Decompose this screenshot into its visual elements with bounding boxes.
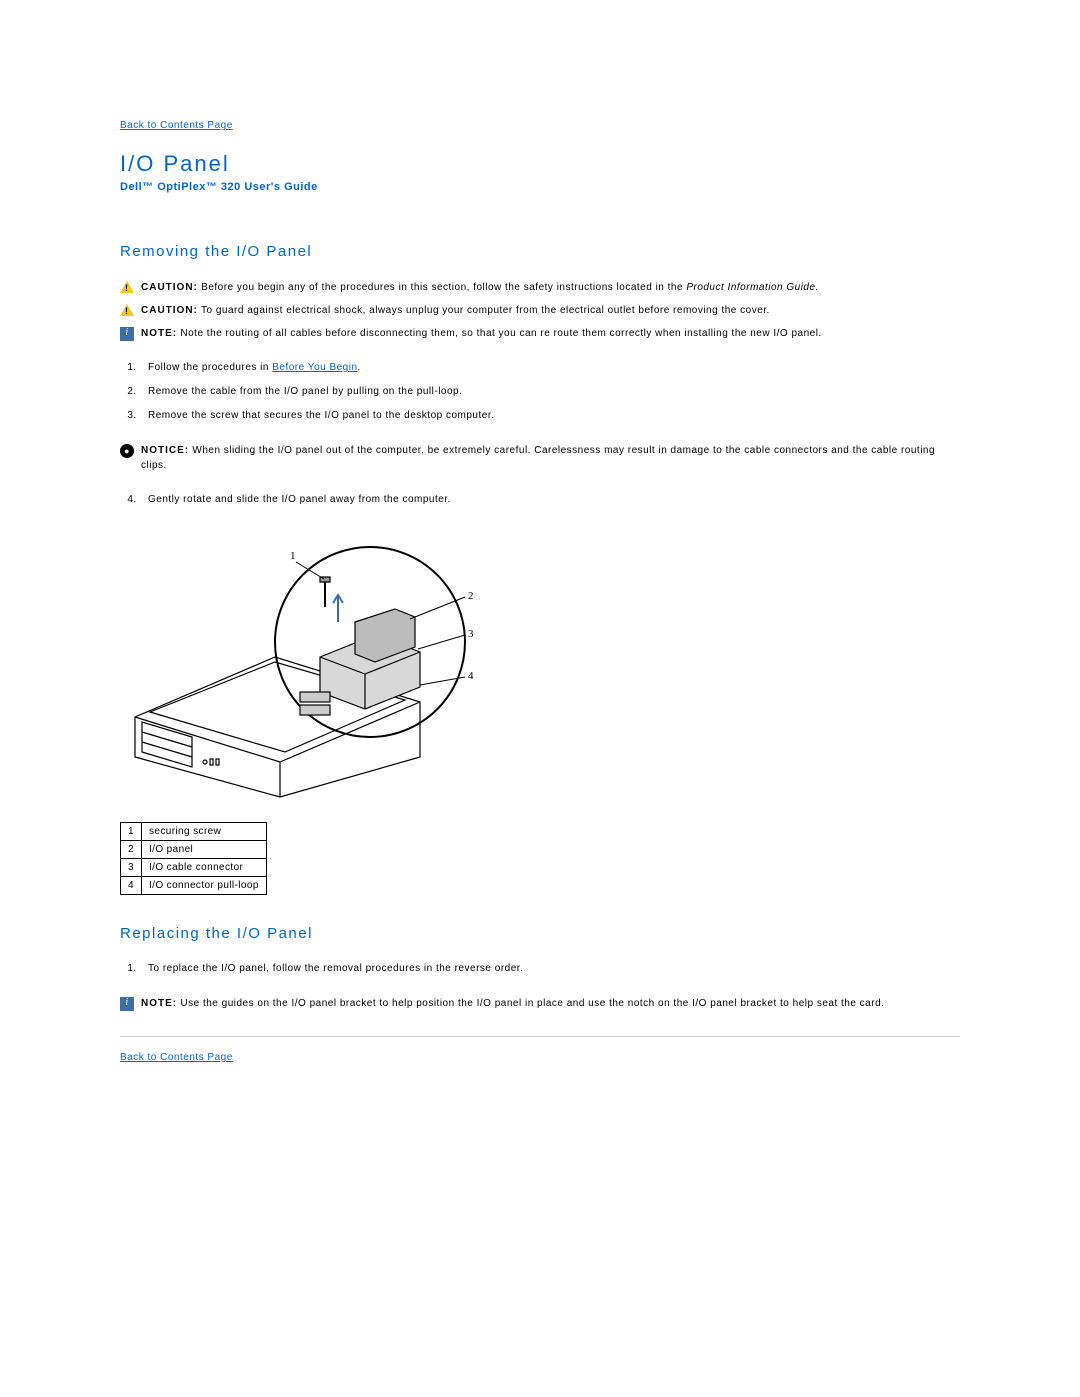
step-4: Gently rotate and slide the I/O panel aw… [140,493,960,507]
caution-text: To guard against electrical shock, alway… [201,305,770,316]
note-text: Use the guides on the I/O panel bracket … [180,998,884,1009]
step-1: Follow the procedures in Before You Begi… [140,361,960,375]
caution-icon [120,281,134,293]
caution-icon [120,304,134,316]
legend-label: I/O panel [141,841,266,859]
step-2: Remove the cable from the I/O panel by p… [140,385,960,399]
caution-label: CAUTION: [141,282,198,293]
caution-2: CAUTION: To guard against electrical sho… [120,303,960,318]
notice-icon: ● [120,444,134,458]
note-label: NOTE: [141,328,177,339]
legend-num: 3 [121,859,142,877]
before-you-begin-link[interactable]: Before You Begin [272,362,357,373]
step-1: To replace the I/O panel, follow the rem… [140,962,960,976]
legend-label: I/O connector pull-loop [141,877,266,895]
table-row: 2 I/O panel [121,841,267,859]
page-title: I/O Panel [120,151,960,177]
note-1: i NOTE: Note the routing of all cables b… [120,326,960,341]
note-label: NOTE: [141,998,177,1009]
notice-1: ● NOTICE: When sliding the I/O panel out… [120,443,960,473]
caution-1: CAUTION: Before you begin any of the pro… [120,280,960,295]
notice-text: When sliding the I/O panel out of the co… [141,445,935,471]
note-icon: i [120,327,134,341]
caution-italic: Product Information Guide. [686,282,819,293]
step-3: Remove the screw that secures the I/O pa… [140,409,960,423]
legend-label: securing screw [141,823,266,841]
note-text: Note the routing of all cables before di… [180,328,821,339]
svg-text:1: 1 [290,550,296,562]
io-panel-diagram: 1 2 3 4 [120,527,480,807]
note-replacing: i NOTE: Use the guides on the I/O panel … [120,996,960,1011]
note-icon: i [120,997,134,1011]
svg-text:4: 4 [468,670,474,682]
legend-num: 4 [121,877,142,895]
divider [120,1036,960,1037]
back-to-contents-top-link[interactable]: Back to Contents Page [120,120,233,131]
table-row: 1 securing screw [121,823,267,841]
notice-label: NOTICE: [141,445,189,456]
steps-list-replacing: To replace the I/O panel, follow the rem… [140,962,960,976]
page-subtitle: Dell™ OptiPlex™ 320 User's Guide [120,181,960,193]
svg-text:2: 2 [468,590,474,602]
legend-num: 1 [121,823,142,841]
section-heading-replacing: Replacing the I/O Panel [120,925,960,942]
steps-list-removing: Follow the procedures in Before You Begi… [140,361,960,423]
legend-num: 2 [121,841,142,859]
table-row: 4 I/O connector pull-loop [121,877,267,895]
legend-label: I/O cable connector [141,859,266,877]
table-row: 3 I/O cable connector [121,859,267,877]
steps-list-removing-cont: Gently rotate and slide the I/O panel aw… [140,493,960,507]
section-heading-removing: Removing the I/O Panel [120,243,960,260]
back-to-contents-bottom-link[interactable]: Back to Contents Page [120,1052,233,1063]
svg-text:3: 3 [468,628,474,640]
caution-label: CAUTION: [141,305,198,316]
diagram-legend-table: 1 securing screw 2 I/O panel 3 I/O cable… [120,822,267,895]
caution-text: Before you begin any of the procedures i… [201,282,686,293]
